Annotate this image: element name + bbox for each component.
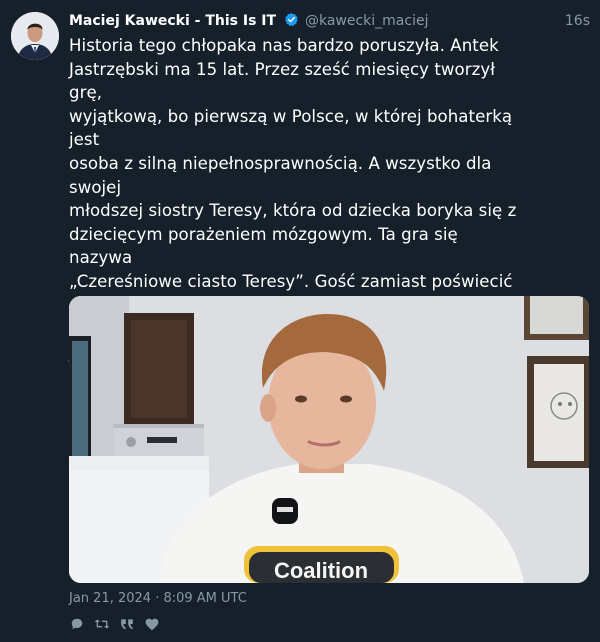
avatar[interactable] — [11, 12, 59, 60]
retweet-button[interactable] — [94, 616, 110, 632]
retweet-icon — [94, 617, 110, 631]
tweet-header: Maciej Kawecki - This Is IT @kawecki_mac… — [69, 11, 590, 31]
quote-icon — [120, 618, 134, 630]
tweet: Maciej Kawecki - This Is IT @kawecki_mac… — [0, 0, 600, 642]
reply-icon — [70, 617, 84, 631]
tweet-timestamp[interactable]: Jan 21, 2024 · 8:09 AM UTC — [69, 590, 247, 608]
tweet-actions — [69, 616, 160, 632]
tweet-time-ago[interactable]: 16s — [565, 11, 590, 31]
verified-badge-icon — [284, 12, 299, 27]
author-handle[interactable]: @kawecki_maciej — [305, 13, 429, 29]
shirt-print-text: Coalition — [274, 558, 368, 583]
reply-button[interactable] — [69, 616, 85, 632]
tweet-media-image[interactable]: Coalition — [69, 296, 589, 583]
author-name[interactable]: Maciej Kawecki - This Is IT — [69, 13, 276, 29]
like-icon — [145, 618, 159, 631]
quote-button[interactable] — [119, 616, 135, 632]
like-button[interactable] — [144, 616, 160, 632]
